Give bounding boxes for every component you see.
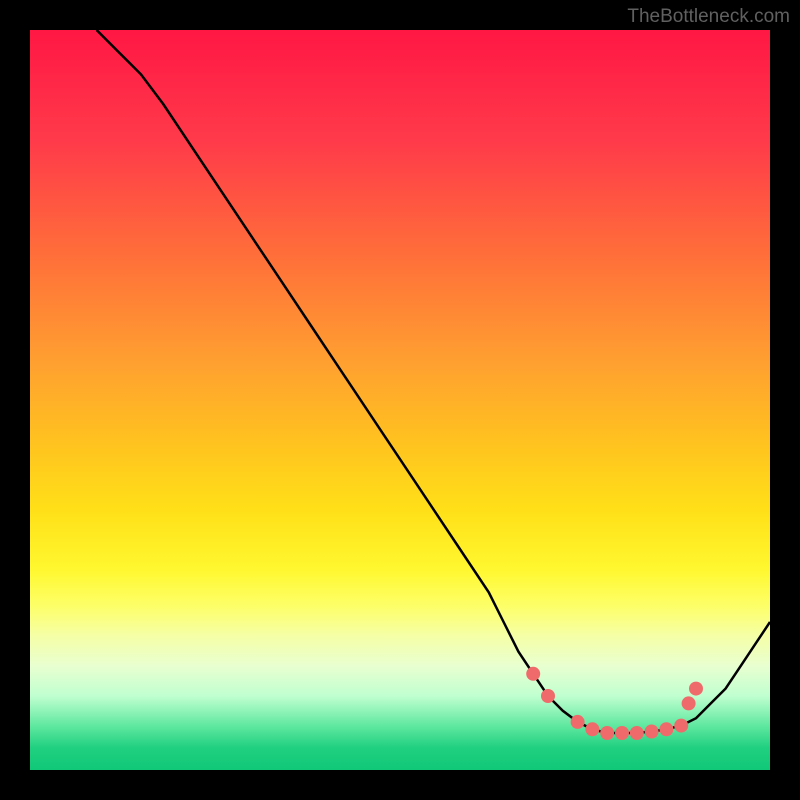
chart-container: TheBottleneck.com	[0, 0, 800, 800]
gradient-background	[30, 30, 770, 770]
marker-dot	[571, 715, 585, 729]
marker-dot	[541, 689, 555, 703]
chart-svg	[30, 30, 770, 770]
marker-dot	[682, 696, 696, 710]
marker-dot	[645, 725, 659, 739]
marker-dot	[630, 726, 644, 740]
marker-dot	[689, 682, 703, 696]
marker-dot	[526, 667, 540, 681]
marker-dot	[659, 722, 673, 736]
marker-dot	[585, 722, 599, 736]
plot-area	[30, 30, 770, 770]
marker-dot	[615, 726, 629, 740]
marker-dot	[600, 726, 614, 740]
marker-dot	[674, 719, 688, 733]
watermark-text: TheBottleneck.com	[627, 6, 790, 28]
